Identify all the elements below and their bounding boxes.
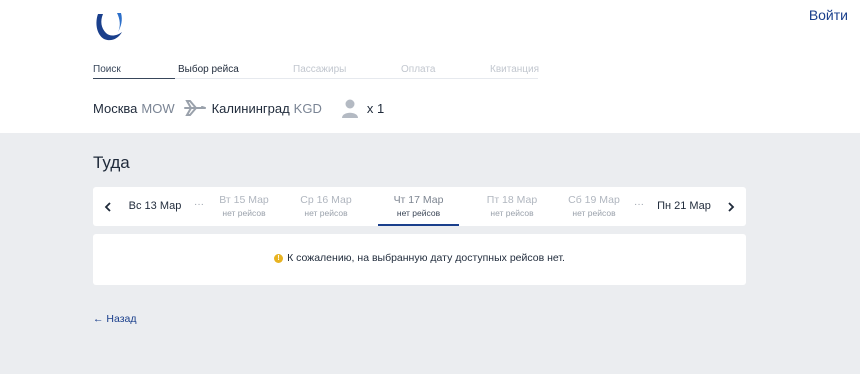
date-status: нет рейсов (490, 208, 534, 218)
date-label: Пт 18 Мар (486, 194, 538, 206)
more-dates-right[interactable]: ··· (634, 199, 644, 210)
date-tab[interactable]: Сб 19 Мар нет рейсов (561, 187, 627, 226)
person-icon (341, 99, 358, 118)
more-dates-left[interactable]: ··· (194, 199, 204, 210)
date-tab[interactable]: Вт 15 Мар нет рейсов (211, 187, 277, 226)
date-label: Вт 15 Мар (219, 194, 269, 206)
step-payment: Оплата (401, 64, 436, 75)
notice-text: К сожалению, на выбранную дату доступных… (287, 252, 565, 264)
chevron-left-icon (104, 201, 111, 212)
date-label: Пн 21 Мар (657, 200, 711, 212)
date-status: нет рейсов (396, 208, 441, 218)
date-status: нет рейсов (572, 208, 616, 218)
login-link[interactable]: Войти (809, 7, 848, 23)
warning-icon: ! (274, 253, 284, 263)
prev-dates-button[interactable] (95, 187, 121, 226)
utair-logo[interactable] (91, 8, 127, 44)
plane-icon (183, 100, 206, 116)
date-first[interactable]: Вс 13 Мар (123, 187, 187, 226)
back-link[interactable]: ← Назад (93, 313, 137, 325)
date-selector: Вс 13 Мар ··· Вт 15 Мар нет рейсов Ср 16… (93, 187, 746, 226)
step-receipt: Квитанция (490, 64, 540, 75)
date-tab[interactable]: Пт 18 Мар нет рейсов (479, 187, 545, 226)
booking-steps: Поиск Выбор рейса Пассажиры Оплата Квита… (93, 62, 540, 79)
step-flight-select: Выбор рейса (178, 64, 239, 75)
chevron-right-icon (728, 201, 735, 212)
header-area: Войти Поиск Выбор рейса Пассажиры Оплата… (0, 0, 860, 133)
date-label: Чт 17 Мар (393, 194, 444, 206)
passenger-count: x 1 (366, 100, 385, 116)
destination-city: Калининград (211, 100, 290, 116)
date-status: нет рейсов (222, 208, 266, 218)
route-summary: Москва MOW Калининград KGD x 1 (93, 98, 384, 118)
step-progress-line (93, 78, 175, 79)
date-label: Ср 16 Мар (300, 194, 352, 206)
origin-city: Москва (93, 100, 138, 116)
step-passengers: Пассажиры (293, 64, 347, 75)
date-last[interactable]: Пн 21 Мар (652, 187, 716, 226)
date-tab[interactable]: Ср 16 Мар нет рейсов (293, 187, 359, 226)
origin-code: MOW (141, 100, 175, 116)
direction-title: Туда (93, 153, 130, 172)
next-dates-button[interactable] (718, 187, 744, 226)
selected-indicator (378, 224, 459, 226)
destination-code: KGD (293, 100, 322, 116)
step-search[interactable]: Поиск (93, 64, 121, 75)
date-status: нет рейсов (304, 208, 348, 218)
date-tab-selected[interactable]: Чт 17 Мар нет рейсов (378, 187, 459, 226)
no-flights-notice: ! К сожалению, на выбранную дату доступн… (93, 234, 746, 285)
date-label: Вс 13 Мар (128, 200, 182, 212)
date-label: Сб 19 Мар (568, 194, 620, 206)
